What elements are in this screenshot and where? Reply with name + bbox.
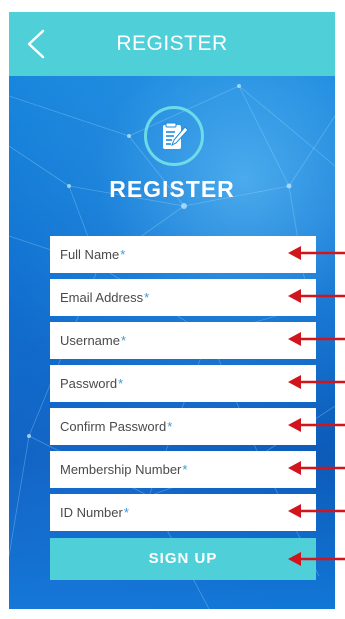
page-title: REGISTER [109,176,235,202]
full-name-field[interactable]: Full Name* [50,236,316,273]
password-label: Password [60,376,118,391]
id-number-field[interactable]: ID Number* [50,494,316,531]
password-field[interactable]: Password* [50,365,316,402]
full-name-label: Full Name [60,247,120,262]
sign-up-button[interactable]: SIGN UP [50,538,316,580]
edit-document-icon [163,122,189,149]
required-marker: * [118,376,124,391]
arrow-left-icon [288,418,345,432]
app-screen: REGISTER REGISTER Full Name* Email Addre… [9,12,335,609]
required-marker: * [144,290,150,305]
confirm-password-label: Confirm Password [60,419,167,434]
arrow-left-icon [288,504,345,518]
back-button[interactable] [23,28,53,60]
username-field[interactable]: Username* [50,322,316,359]
required-marker: * [120,333,127,348]
required-marker: * [167,419,173,434]
register-logo [144,106,204,166]
email-address-label: Email Address [60,290,144,305]
chevron-left-icon [27,29,45,59]
arrow-left-icon [288,461,345,475]
membership-number-label: Membership Number [60,462,182,477]
confirm-password-field[interactable]: Confirm Password* [50,408,316,445]
arrow-left-icon [288,246,345,260]
arrow-left-icon [288,289,345,303]
arrow-left-icon [288,375,345,389]
email-address-field[interactable]: Email Address* [50,279,316,316]
arrow-left-icon [288,552,345,566]
required-marker: * [123,505,129,520]
username-label: Username [60,333,120,348]
arrow-left-icon [288,332,345,346]
header-bar: REGISTER [9,12,335,76]
membership-number-field[interactable]: Membership Number* [50,451,316,488]
header-title: REGISTER [116,32,228,55]
id-number-label: ID Number [60,505,123,520]
required-marker: * [182,462,188,477]
required-marker: * [120,247,126,262]
